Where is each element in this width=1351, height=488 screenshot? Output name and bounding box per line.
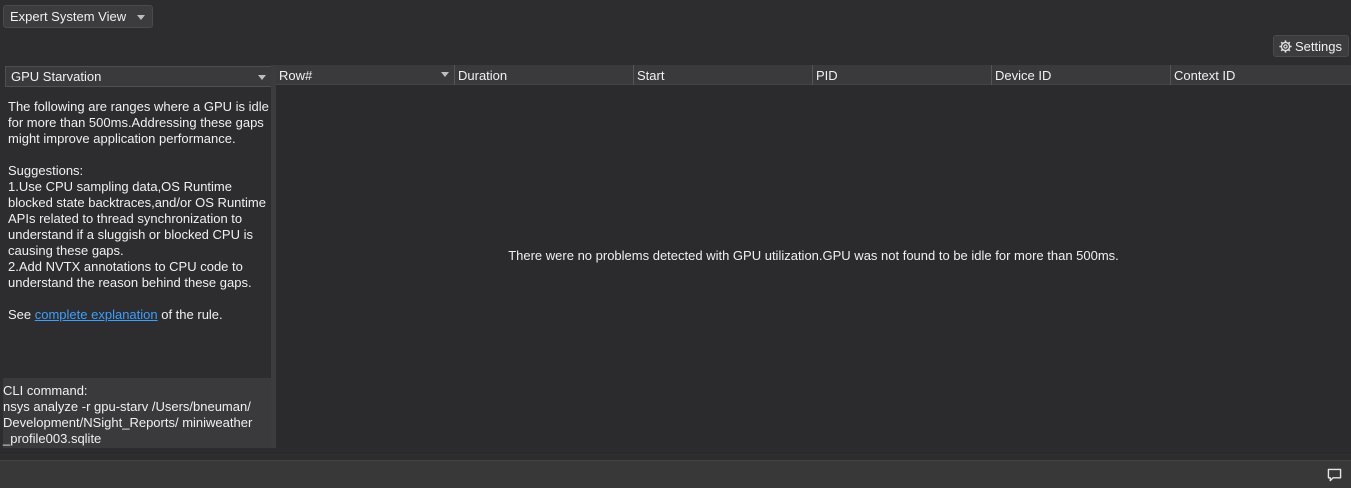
column-header-pid[interactable]: PID: [813, 65, 992, 85]
view-selector[interactable]: Expert System View: [3, 5, 153, 28]
gear-icon: [1279, 39, 1292, 53]
empty-table-message: There were no problems detected with GPU…: [508, 248, 1119, 263]
chevron-down-icon: [137, 15, 145, 20]
column-header-row[interactable]: Row#: [276, 65, 455, 85]
column-header-start[interactable]: Start: [634, 65, 813, 85]
cli-command-box[interactable]: CLI command: nsys analyze -r gpu-starv /…: [3, 378, 273, 448]
see-suffix: of the rule.: [157, 307, 223, 322]
bottom-divider: [0, 452, 1351, 460]
column-label: Row#: [279, 68, 313, 83]
settings-button-label: Settings: [1295, 38, 1342, 54]
cli-command: nsys analyze -r gpu-starv /Users/bneuman…: [3, 399, 253, 446]
rule-panel: GPU Starvation The following are ranges …: [3, 65, 273, 448]
view-selector-label: Expert System View: [10, 9, 127, 24]
suggestions-heading: Suggestions:: [8, 163, 84, 178]
column-label: Start: [637, 68, 665, 83]
results-table: Row# Duration Start PID Device ID Contex…: [276, 65, 1351, 448]
see-prefix: See: [8, 307, 35, 322]
column-label: Context ID: [1174, 68, 1236, 83]
rule-description: The following are ranges where a GPU is …: [8, 99, 270, 323]
column-label: Duration: [458, 68, 508, 83]
cli-label: CLI command:: [3, 383, 88, 398]
settings-button[interactable]: Settings: [1273, 35, 1349, 57]
chevron-down-icon: [258, 75, 266, 80]
complete-explanation-link[interactable]: complete explanation: [35, 307, 158, 322]
column-header-device-id[interactable]: Device ID: [992, 65, 1171, 85]
table-header: Row# Duration Start PID Device ID Contex…: [276, 65, 1351, 85]
suggestion-1: 1.Use CPU sampling data,OS Runtime block…: [8, 179, 266, 258]
chat-bubble-icon[interactable]: [1327, 468, 1342, 482]
rule-selector-label: GPU Starvation: [11, 69, 102, 84]
description-intro: The following are ranges where a GPU is …: [8, 99, 269, 146]
column-label: Device ID: [995, 68, 1052, 83]
sort-arrow-icon: [441, 72, 449, 77]
status-bar: [0, 460, 1351, 488]
column-header-context-id[interactable]: Context ID: [1171, 65, 1351, 85]
suggestion-2: 2.Add NVTX annotations to CPU code to un…: [8, 259, 252, 290]
column-label: PID: [816, 68, 838, 83]
column-header-duration[interactable]: Duration: [455, 65, 634, 85]
rule-selector[interactable]: GPU Starvation: [5, 66, 272, 87]
see-explanation: See complete explanation of the rule.: [8, 307, 270, 323]
